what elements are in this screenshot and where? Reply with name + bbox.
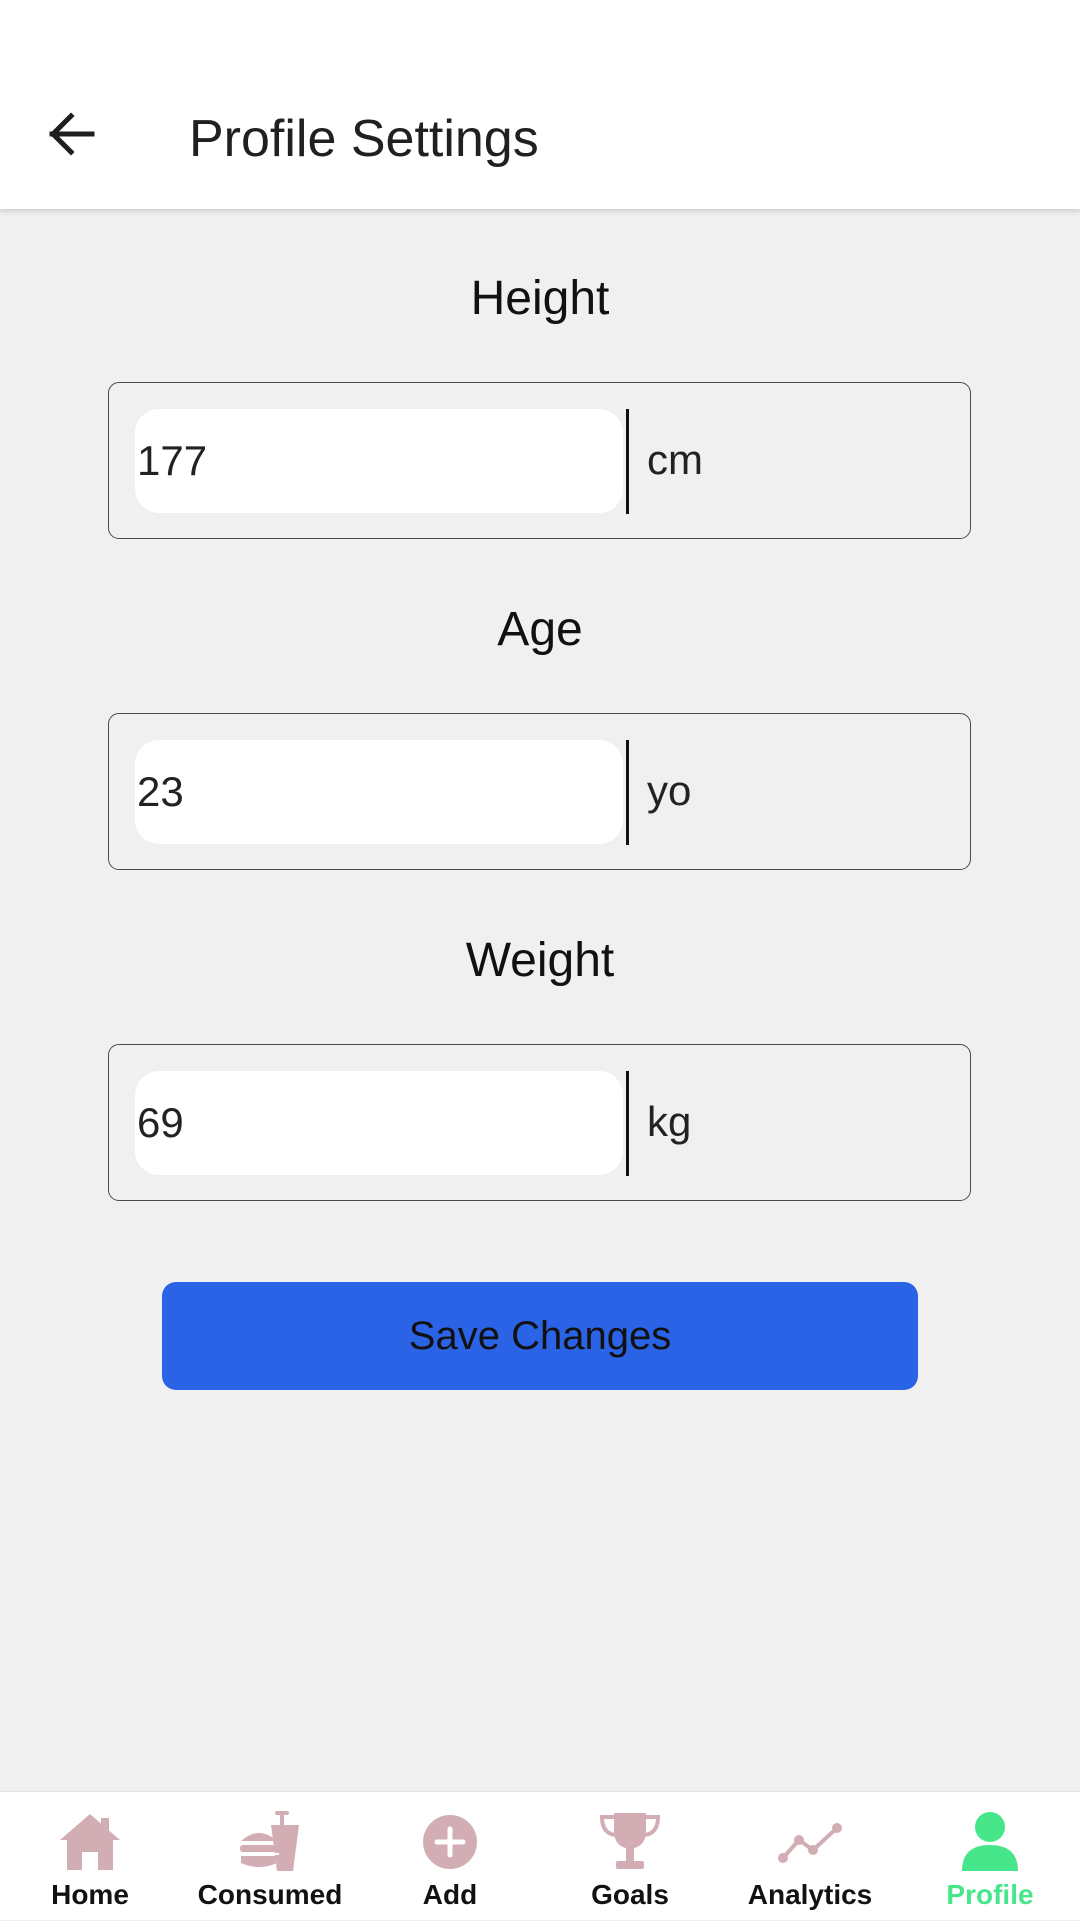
age-input[interactable] [135, 740, 623, 844]
page-title: Profile Settings [189, 110, 539, 168]
age-unit: yo [647, 767, 692, 814]
back-button[interactable] [36, 100, 108, 172]
nav-item-home[interactable]: Home [0, 1792, 180, 1921]
weight-input[interactable] [135, 1071, 623, 1175]
nav-label-profile: Profile [946, 1879, 1034, 1910]
height-unit: cm [647, 436, 703, 483]
nav-item-consumed[interactable]: Consumed [180, 1792, 360, 1921]
nav-label-goals: Goals [591, 1879, 669, 1910]
nav-item-profile[interactable]: Profile [900, 1792, 1080, 1921]
line-chart-icon [775, 1810, 845, 1874]
trophy-icon [595, 1810, 665, 1874]
age-divider [626, 740, 629, 845]
weight-field-container: kg [108, 1044, 971, 1201]
weight-divider [626, 1071, 629, 1176]
weight-label: Weight [465, 934, 615, 987]
nav-label-analytics: Analytics [747, 1879, 873, 1910]
nav-item-add[interactable]: Add [360, 1792, 540, 1921]
bottom-nav: Home Consumed Add Goals Analytics Profil… [0, 1791, 1080, 1920]
nav-label-consumed: Consumed [197, 1879, 343, 1910]
height-label: Height [470, 272, 610, 325]
person-icon [955, 1810, 1025, 1874]
nav-item-analytics[interactable]: Analytics [720, 1792, 900, 1921]
add-circle-icon [415, 1810, 485, 1874]
age-label: Age [497, 603, 583, 656]
burger-drink-icon [235, 1810, 305, 1874]
nav-label-home: Home [51, 1879, 129, 1910]
arrow-left-icon [48, 111, 96, 161]
nav-item-goals[interactable]: Goals [540, 1792, 720, 1921]
height-input[interactable] [135, 409, 623, 513]
height-field-container: cm [108, 382, 971, 539]
weight-unit: kg [647, 1098, 692, 1145]
app-bar: Profile Settings [0, 0, 1080, 209]
home-icon [55, 1810, 125, 1874]
nav-label-add: Add [422, 1879, 478, 1910]
age-field-container: yo [108, 713, 971, 870]
save-changes-button[interactable]: Save Changes [162, 1282, 918, 1390]
height-divider [626, 409, 629, 514]
